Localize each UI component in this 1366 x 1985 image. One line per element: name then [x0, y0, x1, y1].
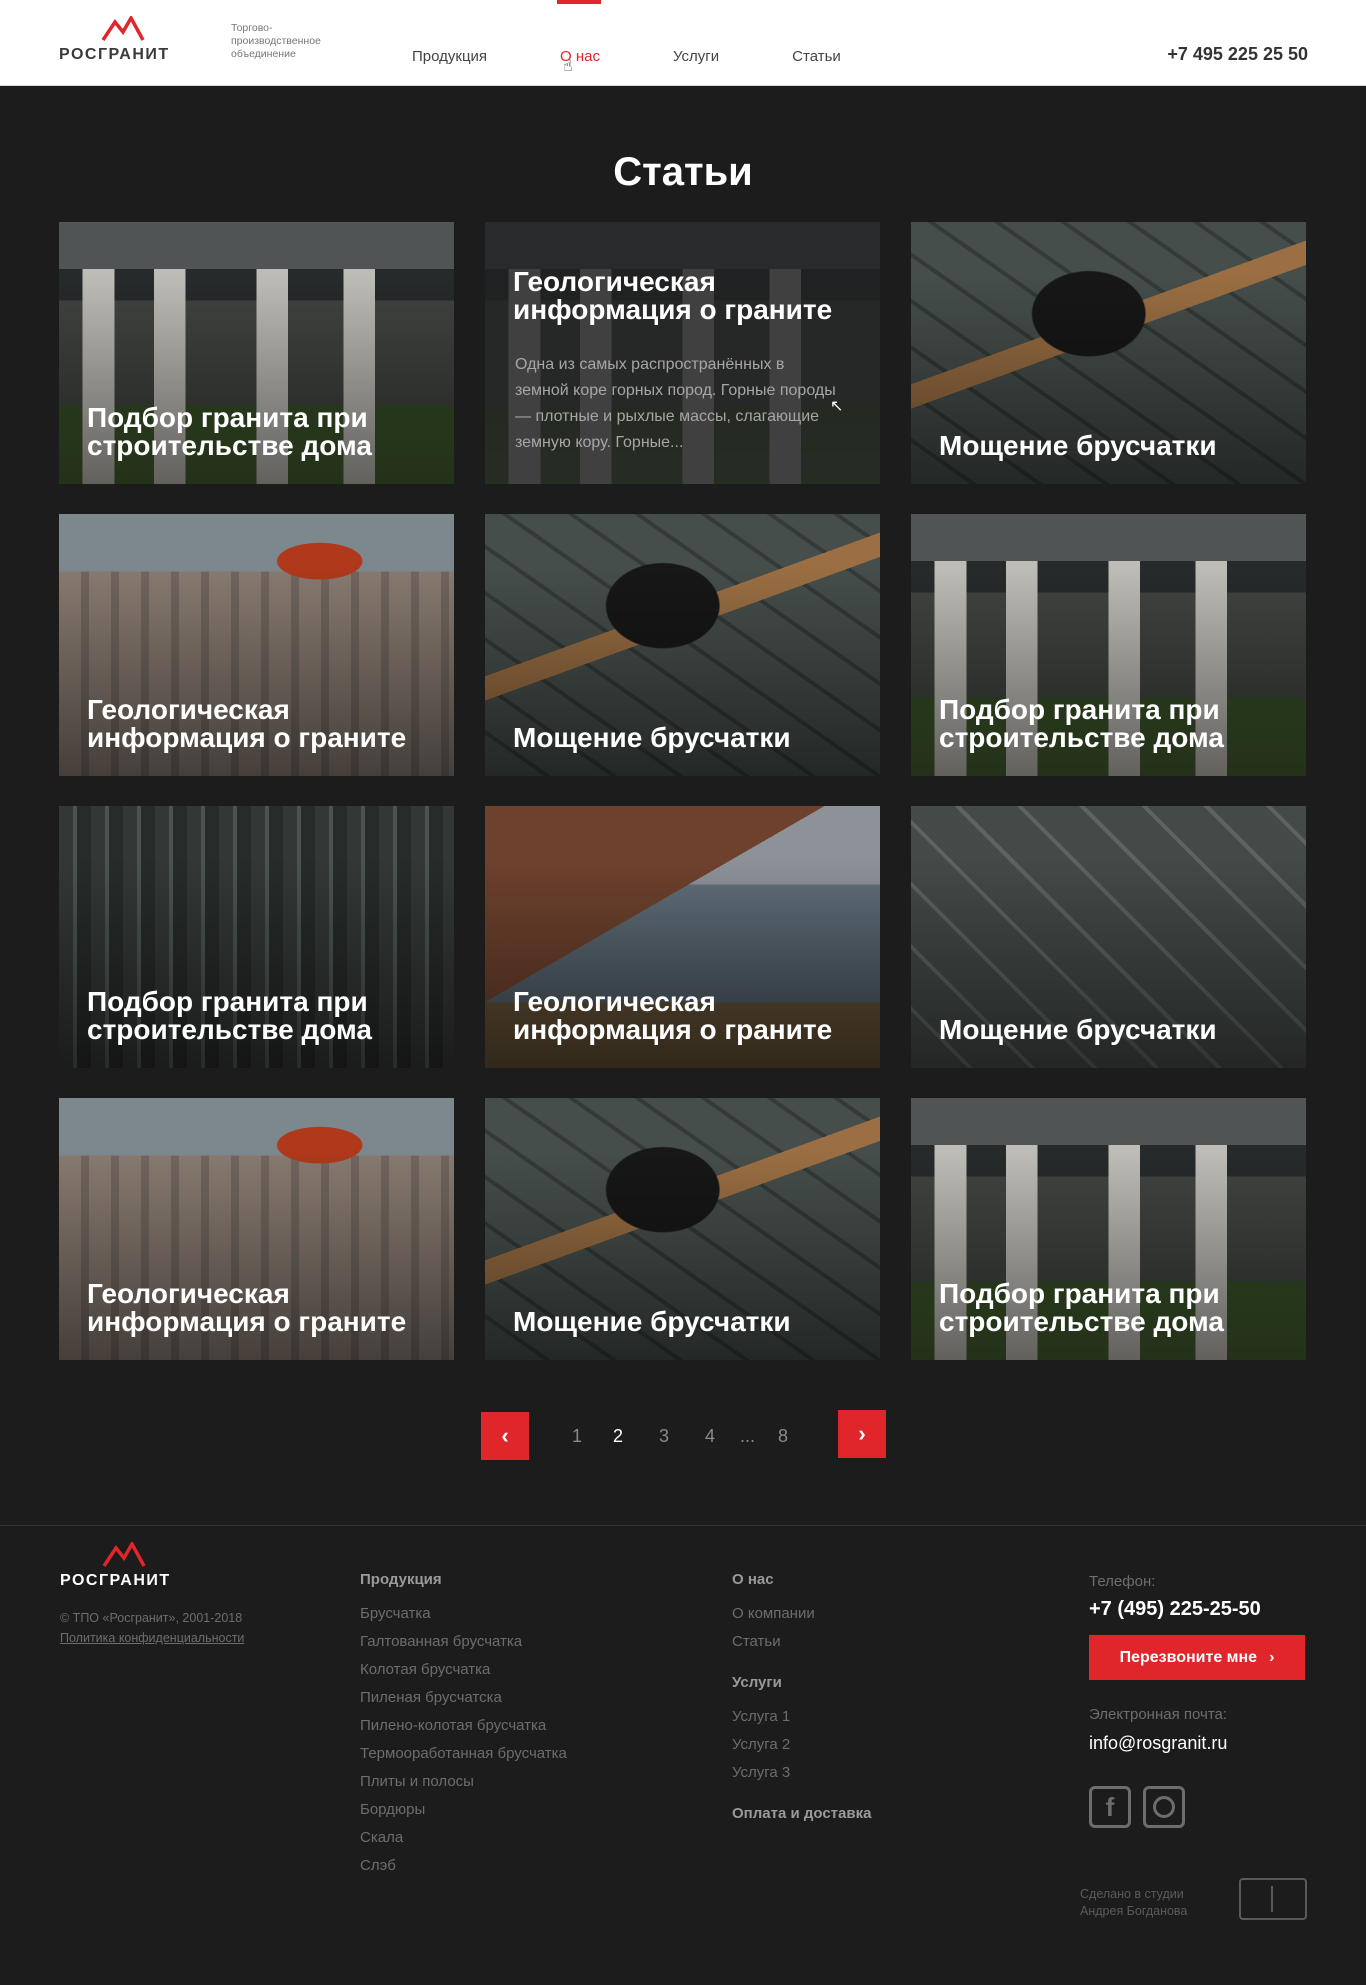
article-title: Геологическая информация о граните [87, 694, 407, 753]
logo[interactable]: РОСГРАНИТ [59, 16, 189, 66]
studio-credit[interactable]: Сделано в студии Андрея Богданова [1080, 1886, 1187, 1920]
article-card[interactable]: Мощение брусчатки [911, 222, 1306, 484]
main-nav: Продукция О нас Услуги Статьи [412, 0, 914, 65]
footer-link[interactable]: Скала [360, 1824, 567, 1852]
article-card[interactable]: Мощение брусчатки [485, 514, 880, 776]
footer-link[interactable]: Услуга 1 [732, 1703, 871, 1731]
footer-link[interactable]: Пиленая брусчатска [360, 1684, 567, 1712]
next-page-button[interactable]: › [838, 1410, 886, 1458]
header-phone[interactable]: +7 495 225 25 50 [1167, 44, 1308, 65]
article-card[interactable]: Геологическая информация о граните [59, 514, 454, 776]
privacy-policy-link[interactable]: Политика конфиденциальности [60, 1628, 244, 1648]
article-title: Мощение брусчатки [513, 722, 791, 753]
nav-item-products[interactable]: Продукция [412, 48, 487, 65]
footer-heading-products[interactable]: Продукция [360, 1571, 567, 1588]
article-excerpt: Одна из самых распространённых в земной … [515, 356, 836, 451]
footer-email[interactable]: info@rosgranit.ru [1089, 1733, 1309, 1754]
callback-button[interactable]: Перезвоните мне › [1089, 1635, 1305, 1680]
footer-link[interactable]: Слэб [360, 1852, 567, 1880]
footer-link[interactable]: Услуга 3 [732, 1759, 871, 1787]
chevron-right-icon: › [1269, 1648, 1275, 1666]
article-title: Подбор гранита при строительстве дома [87, 402, 372, 461]
article-title: Геологическая информация о граните [513, 986, 833, 1045]
instagram-icon[interactable] [1143, 1786, 1185, 1828]
footer-link[interactable]: Пилено-колотая брусчатка [360, 1712, 567, 1740]
footer-link[interactable]: Термоoработанная брусчатка [360, 1740, 567, 1768]
page-title: Статьи [613, 150, 753, 194]
footer-link[interactable]: Колотая брусчатка [360, 1656, 567, 1684]
page-link-8[interactable]: 8 [778, 1426, 788, 1447]
article-title: Подбор гранита при строительстве дома [87, 986, 372, 1045]
brand-name: РОСГРАНИТ [59, 46, 170, 63]
article-card[interactable]: Подбор гранита при строительстве дома [911, 514, 1306, 776]
footer-link[interactable]: Плиты и полосы [360, 1768, 567, 1796]
callback-label: Перезвоните мне [1119, 1648, 1258, 1666]
footer-link[interactable]: О компании [732, 1600, 871, 1628]
prev-page-button[interactable]: ‹ [481, 1412, 529, 1460]
mountain-logo-icon [101, 16, 145, 41]
page-link-2[interactable]: 2 [613, 1426, 623, 1447]
footer-products: Продукция Брусчатка Галтованная брусчатк… [360, 1571, 567, 1880]
email-label: Электронная почта: [1089, 1706, 1228, 1723]
article-card[interactable]: Подбор гранита при строительстве дома [59, 806, 454, 1068]
article-card[interactable]: Геологическая информация о граните Одна … [485, 222, 880, 484]
article-title: Геологическая информация о граните [513, 266, 833, 325]
article-card[interactable]: Мощение брусчатки [911, 806, 1306, 1068]
footer-link[interactable]: Бордюры [360, 1796, 567, 1824]
article-card[interactable]: Подбор гранита при строительстве дома [911, 1098, 1306, 1360]
article-title: Мощение брусчатки [513, 1306, 791, 1337]
nav-item-services[interactable]: Услуги [673, 48, 719, 65]
page-ellipsis: ... [740, 1426, 756, 1446]
studio-line-1: Сделано в студии [1080, 1887, 1184, 1901]
footer-heading-services[interactable]: Услуги [732, 1674, 871, 1691]
footer-link[interactable]: Услуга 2 [732, 1731, 871, 1759]
nav-item-about[interactable]: О нас [557, 0, 602, 65]
footer-link[interactable]: Статьи [732, 1628, 871, 1656]
article-title: Мощение брусчатки [939, 430, 1217, 461]
footer-phone[interactable]: +7 (495) 225-25-50 [1089, 1598, 1309, 1621]
social-links: f [1089, 1786, 1309, 1828]
page-link-4[interactable]: 4 [705, 1426, 715, 1447]
copyright-block: © ТПО «Росгранит», 2001-2018 Политика ко… [60, 1608, 244, 1648]
footer-link[interactable]: Брусчатка [360, 1600, 567, 1628]
footer-about: О нас О компании Статьи Услуги Услуга 1 … [732, 1571, 871, 1834]
footer-link[interactable]: Галтованная брусчатка [360, 1628, 567, 1656]
page-link-3[interactable]: 3 [659, 1426, 669, 1447]
article-card[interactable]: Мощение брусчатки [485, 1098, 880, 1360]
footer-logo[interactable]: РОСГРАНИТ [60, 1542, 190, 1592]
phone-label: Телефон: [1089, 1573, 1156, 1590]
articles-grid: Подбор гранита при строительстве дома Ге… [59, 222, 1307, 1360]
article-title: Подбор гранита при строительстве дома [939, 694, 1224, 753]
page-link-1[interactable]: 1 [572, 1426, 582, 1447]
article-card[interactable]: Подбор гранита при строительстве дома [59, 222, 454, 484]
article-title: Мощение брусчатки [939, 1014, 1217, 1045]
footer-brand-name: РОСГРАНИТ [60, 1572, 171, 1589]
site-header: РОСГРАНИТ Торгово-производственное объед… [0, 0, 1366, 86]
footer-heading-about[interactable]: О нас [732, 1571, 871, 1588]
copyright: © ТПО «Росгранит», 2001-2018 [60, 1611, 243, 1625]
facebook-icon[interactable]: f [1089, 1786, 1131, 1828]
studio-line-2: Андрея Богданова [1080, 1904, 1188, 1918]
article-card[interactable]: Геологическая информация о граните [59, 1098, 454, 1360]
article-card[interactable]: Геологическая информация о граните [485, 806, 880, 1068]
mountain-logo-icon [102, 1542, 146, 1567]
footer-contacts: Телефон: +7 (495) 225-25-50 Перезвоните … [1089, 1573, 1309, 1828]
nav-item-articles[interactable]: Статьи [792, 48, 841, 65]
site-footer: РОСГРАНИТ © ТПО «Росгранит», 2001-2018 П… [0, 1525, 1366, 1985]
tagline: Торгово-производственное объединение [231, 22, 321, 60]
pagination: ‹ 1 2 3 4 ... 8 › [481, 1410, 886, 1460]
studio-logo-icon[interactable] [1239, 1878, 1307, 1920]
article-title: Подбор гранита при строительстве дома [939, 1278, 1224, 1337]
article-title: Геологическая информация о граните [87, 1278, 407, 1337]
footer-heading-delivery[interactable]: Оплата и доставка [732, 1805, 871, 1822]
